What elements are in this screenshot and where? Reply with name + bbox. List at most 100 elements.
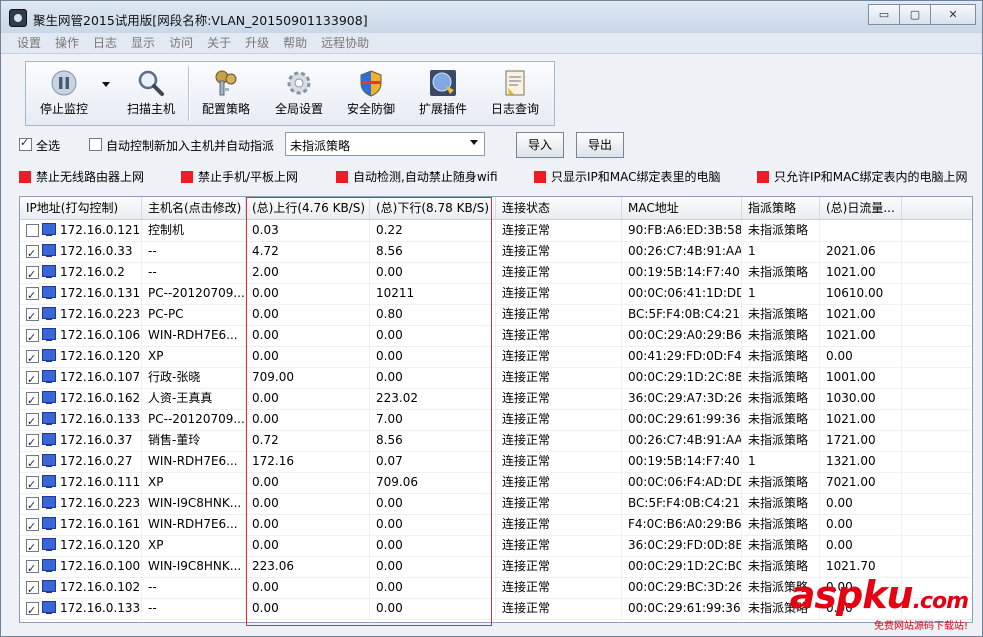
row-checkbox[interactable] <box>26 474 39 493</box>
row-checkbox[interactable] <box>26 390 39 409</box>
row-checkbox[interactable] <box>26 348 39 367</box>
table-row[interactable]: 172.16.0.120XP0.000.00连接正常36:0C:29:FD:0D… <box>20 535 972 557</box>
cell-host[interactable]: -- <box>142 262 246 283</box>
legend-item-show-bound-only[interactable]: 只显示IP和MAC绑定表里的电脑 <box>534 168 721 185</box>
menu-help[interactable]: 帮助 <box>283 33 307 53</box>
legend-item-no-wireless-router[interactable]: 禁止无线路由器上网 <box>19 168 144 185</box>
cell-host[interactable]: WIN-RDH7E6... <box>142 514 246 535</box>
global-settings-button[interactable]: 全局设置 <box>264 62 334 125</box>
menu-upgrade[interactable]: 升级 <box>245 33 269 53</box>
ip-text: 172.16.0.120 <box>60 538 141 552</box>
column-download[interactable]: (总)下行(8.78 KB/S) <box>370 197 496 219</box>
menu-operate[interactable]: 操作 <box>55 33 79 53</box>
row-checkbox[interactable] <box>26 224 39 237</box>
table-row[interactable]: 172.16.0.107行政-张晓709.000.00连接正常00:0C:29:… <box>20 367 972 389</box>
cell-ip: 172.16.0.106 <box>20 325 142 346</box>
legend-item-block-portable-wifi[interactable]: 自动检测,自动禁止随身wifi <box>336 168 498 185</box>
table-row[interactable]: 172.16.0.133PC--20120709...0.007.00连接正常0… <box>20 409 972 431</box>
dropdown-arrow-icon[interactable] <box>102 82 110 87</box>
row-checkbox[interactable] <box>26 264 39 283</box>
cell-host[interactable]: PC--20120709... <box>142 409 246 430</box>
cell-host[interactable]: 行政-张晓 <box>142 367 246 388</box>
maximize-button[interactable]: ▢ <box>899 4 931 25</box>
select-all-checkbox[interactable] <box>19 136 32 151</box>
table-row[interactable]: 172.16.0.162人资-王真真0.00223.02连接正常36:0C:29… <box>20 388 972 410</box>
cell-host[interactable]: XP <box>142 472 246 493</box>
table-row[interactable]: 172.16.0.37 销售-董玲0.728.56连接正常00:26:C7:4B:… <box>20 430 972 452</box>
row-checkbox[interactable] <box>26 327 39 346</box>
row-checkbox[interactable] <box>26 243 39 262</box>
cell-host[interactable]: WIN-I9C8HNK... <box>142 556 246 577</box>
cell-host[interactable]: WIN-RDH7E6... <box>142 325 246 346</box>
ip-text: 172.16.0.106 <box>60 328 141 342</box>
table-row[interactable]: 172.16.0.33 --4.728.56连接正常00:26:C7:4B:91:… <box>20 241 972 263</box>
table-row[interactable]: 172.16.0.223PC-PC0.000.80连接正常BC:5F:F4:0B… <box>20 304 972 326</box>
column-traffic[interactable]: (总)日流量... <box>820 197 902 219</box>
policy-select[interactable]: 未指派策略 <box>285 132 485 156</box>
menu-about[interactable]: 关于 <box>207 33 231 53</box>
menu-log[interactable]: 日志 <box>93 33 117 53</box>
table-row[interactable]: 172.16.0.2 --2.000.00连接正常00:19:5B:14:F7:4… <box>20 262 972 284</box>
menu-remote-assist[interactable]: 远程协助 <box>321 33 369 53</box>
cell-host[interactable]: 控制机 <box>142 220 246 241</box>
title-bar[interactable]: 聚生网管2015试用版[网段名称:VLAN_20150901133908] ▭ … <box>1 1 982 33</box>
row-checkbox[interactable] <box>26 285 39 304</box>
cell-host[interactable]: XP <box>142 346 246 367</box>
column-ip[interactable]: IP地址(打勾控制) <box>20 197 142 219</box>
row-checkbox[interactable] <box>26 432 39 451</box>
table-row[interactable]: 172.16.0.106WIN-RDH7E6...0.000.00连接正常00:… <box>20 325 972 347</box>
row-checkbox[interactable] <box>26 411 39 430</box>
legend-item-no-mobile[interactable]: 禁止手机/平板上网 <box>181 168 298 185</box>
cell-host[interactable]: PC-PC <box>142 304 246 325</box>
cell-host[interactable]: PC--20120709... <box>142 283 246 304</box>
computer-icon <box>42 559 56 572</box>
row-checkbox[interactable] <box>26 537 39 556</box>
cell-up: 0.00 <box>246 577 370 598</box>
cell-host[interactable]: 销售-董玲 <box>142 430 246 451</box>
row-checkbox[interactable] <box>26 369 39 388</box>
table-row[interactable]: 172.16.0.121 控制机 0.03 0.22 连接正常 90:FB:A6:ED:3… <box>20 220 972 242</box>
row-checkbox[interactable] <box>26 516 39 535</box>
security-button[interactable]: 安全防御 <box>336 62 406 125</box>
export-button[interactable]: 导出 <box>576 132 624 158</box>
cell-host[interactable]: WIN-RDH7E6... <box>142 451 246 472</box>
minimize-button[interactable]: ▭ <box>868 4 900 25</box>
row-checkbox[interactable] <box>26 453 39 472</box>
cell-traffic: 0.00 <box>820 535 902 556</box>
cell-host[interactable]: XP <box>142 535 246 556</box>
row-checkbox[interactable] <box>26 600 39 619</box>
import-button[interactable]: 导入 <box>516 132 564 158</box>
column-policy[interactable]: 指派策略 <box>742 197 820 219</box>
column-upload[interactable]: (总)上行(4.76 KB/S) <box>246 197 370 219</box>
cell-host[interactable]: 人资-王真真 <box>142 388 246 409</box>
plugins-button[interactable]: 扩展插件 <box>408 62 478 125</box>
row-checkbox[interactable] <box>26 579 39 598</box>
log-query-button[interactable]: 日志查询 <box>480 62 550 125</box>
table-row[interactable]: 172.16.0.120XP0.000.00连接正常00:41:29:FD:0D… <box>20 346 972 368</box>
column-mac[interactable]: MAC地址 <box>622 197 742 219</box>
row-checkbox[interactable] <box>26 495 39 514</box>
cell-host[interactable]: -- <box>142 598 246 619</box>
scan-hosts-button[interactable]: 扫描主机 <box>118 62 184 125</box>
menu-access[interactable]: 访问 <box>169 33 193 53</box>
close-button[interactable]: ✕ <box>930 4 976 25</box>
table-row[interactable]: 172.16.0.131PC--20120709...0.0010211连接正常… <box>20 283 972 305</box>
stop-monitor-button[interactable]: 停止监控 <box>30 62 116 125</box>
cell-traffic: 0.00 <box>820 493 902 514</box>
column-hostname[interactable]: 主机名(点击修改) <box>142 197 246 219</box>
table-row[interactable]: 172.16.0.223WIN-I9C8HNK...0.000.00连接正常BC… <box>20 493 972 515</box>
config-policy-button[interactable]: 配置策略 <box>194 62 258 125</box>
menu-display[interactable]: 显示 <box>131 33 155 53</box>
row-checkbox[interactable] <box>26 306 39 325</box>
table-row[interactable]: 172.16.0.27 WIN-RDH7E6...172.160.07连接正常00… <box>20 451 972 473</box>
cell-host[interactable]: -- <box>142 241 246 262</box>
table-row[interactable]: 172.16.0.161WIN-RDH7E6...0.000.00连接正常F4:… <box>20 514 972 536</box>
auto-control-checkbox[interactable] <box>89 138 102 151</box>
legend-item-allow-bound-only[interactable]: 只允许IP和MAC绑定表内的电脑上网 <box>757 168 968 185</box>
cell-host[interactable]: -- <box>142 577 246 598</box>
column-status[interactable]: 连接状态 <box>496 197 622 219</box>
row-checkbox[interactable] <box>26 558 39 577</box>
menu-settings[interactable]: 设置 <box>17 33 41 53</box>
table-row[interactable]: 172.16.0.111XP0.00709.06连接正常00:0C:06:F4:… <box>20 472 972 494</box>
cell-host[interactable]: WIN-I9C8HNK... <box>142 493 246 514</box>
